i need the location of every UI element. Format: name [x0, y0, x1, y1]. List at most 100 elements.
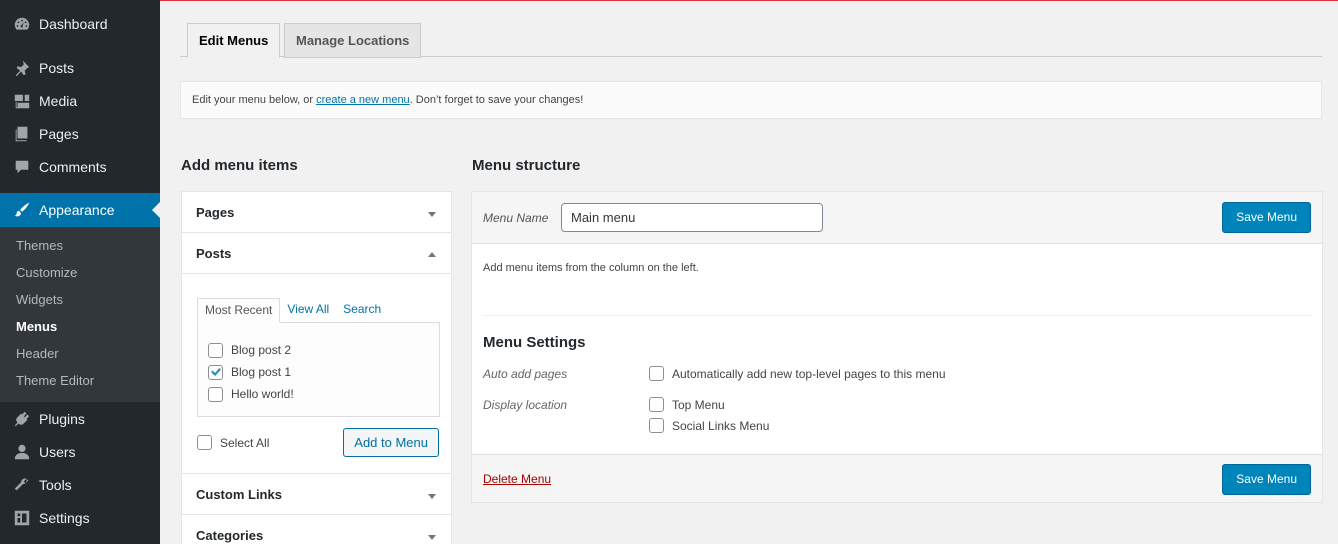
- post-title: Blog post 1: [231, 365, 292, 379]
- auto-add-option[interactable]: Automatically add new top-level pages to…: [649, 366, 946, 381]
- dashboard-icon: [11, 14, 33, 34]
- sidebar-item-label: Posts: [39, 59, 75, 76]
- accordion-posts[interactable]: Posts: [182, 233, 451, 274]
- wrench-icon: [11, 475, 33, 495]
- caret-down-icon: [427, 207, 437, 217]
- select-all-label: Select All: [220, 435, 270, 450]
- sidebar-item-label: Settings: [39, 509, 90, 526]
- menu-settings-title: Menu Settings: [483, 334, 586, 351]
- caret-down-icon: [427, 530, 437, 540]
- save-menu-button-bottom[interactable]: Save Menu: [1222, 464, 1311, 495]
- sidebar-item-label: Media: [39, 92, 78, 109]
- location-label: Top Menu: [672, 397, 725, 412]
- sidebar-item-label: Appearance: [39, 202, 115, 218]
- checkbox[interactable]: [208, 342, 223, 358]
- menu-name-input[interactable]: [561, 203, 823, 232]
- accordion-pages[interactable]: Pages: [182, 192, 451, 233]
- submenu-item-theme-editor[interactable]: Theme Editor: [0, 367, 160, 394]
- post-title: Blog post 2: [231, 343, 292, 357]
- sidebar-item-pages[interactable]: Pages: [0, 117, 160, 150]
- tab-most-recent[interactable]: Most Recent: [197, 298, 281, 323]
- post-title: Hello world!: [231, 387, 294, 401]
- sidebar-item-label: Dashboard: [39, 15, 108, 32]
- sidebar-item-tools[interactable]: Tools: [0, 468, 160, 501]
- location-label: Social Links Menu: [672, 418, 770, 433]
- accordion-title: Pages: [196, 204, 235, 220]
- add-menu-items-heading: Add menu items: [181, 157, 298, 174]
- sidebar-item-media[interactable]: Media: [0, 84, 160, 117]
- accordion-categories[interactable]: Categories: [182, 515, 451, 544]
- pin-icon: [11, 58, 33, 78]
- notice-text: Edit your menu below, or: [192, 94, 317, 106]
- sidebar-item-label: Comments: [39, 158, 107, 175]
- sidebar-item-appearance[interactable]: Appearance: [0, 193, 160, 227]
- menu-name-label: Menu Name: [483, 211, 549, 225]
- top-menu-checkbox[interactable]: [649, 397, 664, 412]
- social-links-checkbox[interactable]: [649, 418, 664, 433]
- location-top-menu[interactable]: Top Menu: [649, 397, 725, 412]
- caret-down-icon: [427, 489, 437, 499]
- caret-up-icon: [427, 248, 437, 258]
- appearance-submenu: Themes Customize Widgets Menus Header Th…: [0, 227, 160, 402]
- sidebar-item-users[interactable]: Users: [0, 435, 160, 468]
- sidebar-item-label: Plugins: [39, 410, 85, 427]
- sidebar-item-label: Pages: [39, 125, 79, 142]
- sidebar-item-plugins[interactable]: Plugins: [0, 402, 160, 435]
- comments-icon: [11, 157, 33, 177]
- submenu-item-themes[interactable]: Themes: [0, 232, 160, 259]
- tab-view-all[interactable]: View All: [280, 298, 336, 323]
- checkbox[interactable]: [208, 386, 223, 402]
- sidebar-item-comments[interactable]: Comments: [0, 150, 160, 183]
- submenu-item-customize[interactable]: Customize: [0, 259, 160, 286]
- menu-footer: Delete Menu Save Menu: [472, 454, 1322, 502]
- settings-icon: [11, 508, 33, 528]
- select-all-control[interactable]: Select All: [197, 435, 269, 450]
- media-icon: [11, 91, 33, 111]
- menu-empty-hint: Add menu items from the column on the le…: [483, 262, 699, 274]
- menu-header: Menu Name Save Menu: [472, 192, 1322, 244]
- auto-add-text: Automatically add new top-level pages to…: [672, 366, 946, 381]
- tab-search[interactable]: Search: [336, 298, 388, 323]
- accordion-title: Categories: [196, 527, 264, 543]
- submenu-item-header[interactable]: Header: [0, 340, 160, 367]
- list-item[interactable]: Blog post 1: [198, 361, 439, 383]
- submenu-item-widgets[interactable]: Widgets: [0, 286, 160, 313]
- admin-sidebar: Dashboard Posts Media Pages Comments App…: [0, 0, 160, 544]
- menu-management-panel: Menu Name Save Menu Add menu items from …: [471, 191, 1323, 503]
- auto-add-checkbox[interactable]: [649, 366, 664, 381]
- edit-notice: Edit your menu below, or create a new me…: [180, 81, 1322, 119]
- submenu-item-menus[interactable]: Menus: [0, 313, 160, 340]
- tab-manage-locations[interactable]: Manage Locations: [284, 23, 422, 58]
- checkmark-icon: [210, 368, 221, 376]
- menu-items-accordion: Pages Posts Most Recent View All Search …: [181, 191, 452, 544]
- select-all-checkbox[interactable]: [197, 435, 212, 450]
- accordion-custom-links[interactable]: Custom Links: [182, 474, 451, 515]
- sidebar-item-posts[interactable]: Posts: [0, 51, 160, 84]
- sidebar-item-dashboard[interactable]: Dashboard: [0, 6, 160, 41]
- posts-inner-tabs: Most Recent View All Search: [197, 298, 388, 323]
- list-item[interactable]: Hello world!: [198, 383, 439, 405]
- display-location-label: Display location: [483, 398, 568, 412]
- nav-tabs: Edit Menus Manage Locations: [180, 23, 1322, 58]
- posts-panel: Most Recent View All Search Blog post 2 …: [182, 274, 451, 474]
- add-to-menu-button[interactable]: Add to Menu: [343, 428, 439, 457]
- accordion-title: Posts: [196, 245, 232, 261]
- sidebar-item-label: Tools: [39, 476, 72, 493]
- plugins-icon: [11, 409, 33, 429]
- tab-edit-menus[interactable]: Edit Menus: [187, 23, 281, 58]
- accordion-title: Custom Links: [196, 486, 282, 502]
- location-social-links-menu[interactable]: Social Links Menu: [649, 418, 769, 433]
- list-item[interactable]: Blog post 2: [198, 339, 439, 361]
- save-menu-button-top[interactable]: Save Menu: [1222, 202, 1311, 233]
- delete-menu-link[interactable]: Delete Menu: [483, 472, 551, 486]
- pages-icon: [11, 124, 33, 144]
- paintbrush-icon: [11, 200, 33, 220]
- sidebar-item-label: Users: [39, 443, 76, 460]
- admin-notice-line: [160, 0, 1338, 1]
- sidebar-item-settings[interactable]: Settings: [0, 501, 160, 534]
- users-icon: [11, 442, 33, 462]
- create-new-menu-link[interactable]: create a new menu: [316, 94, 410, 106]
- checkbox[interactable]: [208, 364, 223, 380]
- auto-add-label: Auto add pages: [483, 367, 568, 381]
- notice-text: . Don’t forget to save your changes!: [409, 94, 584, 106]
